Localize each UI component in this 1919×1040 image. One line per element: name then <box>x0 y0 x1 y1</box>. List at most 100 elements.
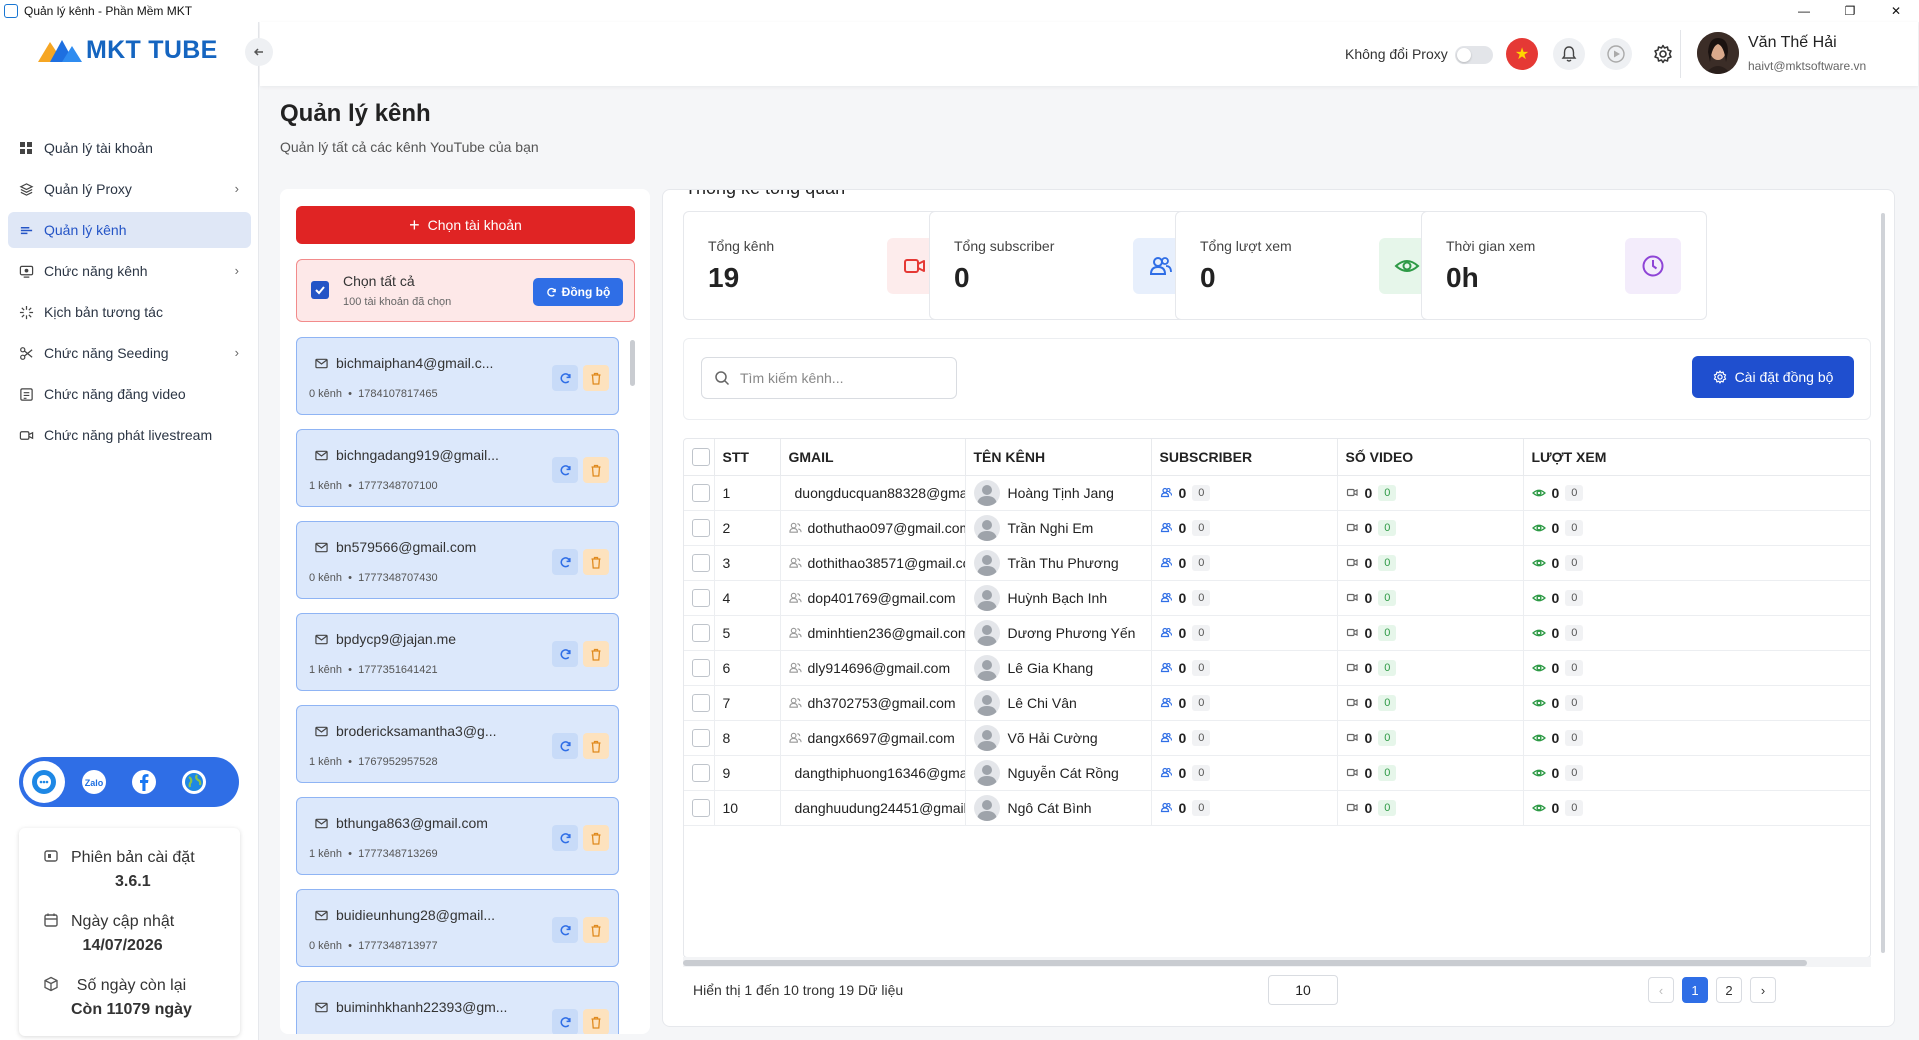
page-size-select[interactable]: 10 <box>1268 975 1338 1005</box>
row-checkbox[interactable] <box>692 763 710 782</box>
account-delete-button[interactable] <box>583 917 609 943</box>
column-header[interactable]: GMAIL <box>780 439 966 476</box>
row-checkbox[interactable] <box>692 728 710 747</box>
account-card[interactable]: brodericksamantha3@g... 1 kênh • 17679529… <box>296 705 619 783</box>
language-flag-button[interactable]: ★ <box>1506 38 1538 70</box>
account-sync-button[interactable] <box>552 825 578 851</box>
facebook-button[interactable] <box>123 761 165 803</box>
prev-page-button[interactable]: ‹ <box>1648 977 1674 1003</box>
gmail-cell: dh3702753@gmail.com <box>780 685 966 721</box>
account-card[interactable]: bichmaiphan4@gmail.c... 0 kênh • 17841078… <box>296 337 619 415</box>
table-horizontal-scrollbar[interactable] <box>683 957 1871 967</box>
header-checkbox[interactable] <box>692 447 710 466</box>
table-row[interactable]: 8 dangx6697@gmail.com Võ Hải Cường 00 00… <box>684 720 1870 756</box>
sync-button[interactable]: Đồng bộ <box>533 278 623 306</box>
column-header[interactable]: SUBSCRIBER <box>1151 439 1338 476</box>
account-delete-button[interactable] <box>583 365 609 391</box>
tutorial-button[interactable] <box>1600 38 1632 70</box>
account-card[interactable]: bn579566@gmail.com 0 kênh • 1777348707430 <box>296 521 619 599</box>
account-sync-button[interactable] <box>552 1009 578 1034</box>
sync-settings-button[interactable]: Cài đặt đồng bộ <box>1692 356 1854 398</box>
account-card[interactable]: buiminhkhanh22393@gm... <box>296 981 619 1034</box>
settings-button[interactable] <box>1647 38 1679 70</box>
sidebar-item-7[interactable]: Chức năng phát livestream <box>8 417 251 453</box>
zalo-button[interactable]: Zalo <box>73 761 115 803</box>
sidebar-item-2[interactable]: Quản lý kênh <box>8 212 251 248</box>
page-button[interactable]: 1 <box>1682 977 1708 1003</box>
account-card[interactable]: bpdycp9@jajan.me 1 kênh • 1777351641421 <box>296 613 619 691</box>
support-button[interactable] <box>23 761 65 803</box>
user-group-icon <box>788 626 802 639</box>
row-checkbox[interactable] <box>692 658 710 677</box>
table-row[interactable]: 3 dothithao38571@gmail.com Trần Thu Phươ… <box>684 545 1870 581</box>
account-sync-button[interactable] <box>552 917 578 943</box>
view-change: 0 <box>1565 484 1584 501</box>
notification-button[interactable] <box>1553 38 1585 70</box>
sidebar-item-4[interactable]: Kịch bản tương tác <box>8 294 251 330</box>
account-sync-button[interactable] <box>552 365 578 391</box>
account-list-scrollbar[interactable] <box>630 340 635 386</box>
account-card[interactable]: buidieunhung28@gmail... 0 kênh • 17773487… <box>296 889 619 967</box>
avatar[interactable] <box>1697 32 1739 74</box>
overview-panel: Thống kê tổng quan Tổng kênh 19 Tổng sub… <box>662 189 1895 1027</box>
account-card[interactable]: bichngadang919@gmail... 1 kênh • 17773487… <box>296 429 619 507</box>
table-row[interactable]: 7 dh3702753@gmail.com Lê Chi Vân 00 00 0… <box>684 685 1870 721</box>
sidebar-item-6[interactable]: Chức năng đăng video <box>8 376 251 412</box>
sidebar-item-3[interactable]: Chức năng kênh › <box>8 253 251 289</box>
page-button[interactable]: 2 <box>1716 977 1742 1003</box>
sidebar-item-5[interactable]: Chức năng Seeding › <box>8 335 251 371</box>
account-email: bichngadang919@gmail... <box>336 447 499 463</box>
account-delete-button[interactable] <box>583 641 609 667</box>
account-sync-button[interactable] <box>552 733 578 759</box>
table-row[interactable]: 1 duongducquan88328@gmail.com Hoàng Tịnh… <box>684 475 1870 511</box>
table-row[interactable]: 9 dangthiphuong16346@gmail.com Nguyễn Cá… <box>684 755 1870 791</box>
row-checkbox[interactable] <box>692 798 710 817</box>
account-delete-button[interactable] <box>583 825 609 851</box>
collapse-sidebar-button[interactable] <box>245 38 273 66</box>
table-row[interactable]: 2 dothuthao097@gmail.com Trần Nghi Em 00… <box>684 510 1870 546</box>
sidebar-item-1[interactable]: Quản lý Proxy › <box>8 171 251 207</box>
row-checkbox[interactable] <box>692 588 710 607</box>
table-row[interactable]: 5 dminhtien236@gmail.com Dương Phương Yế… <box>684 615 1870 651</box>
account-card[interactable]: bthunga863@gmail.com 1 kênh • 17773487132… <box>296 797 619 875</box>
sidebar-item-0[interactable]: Quản lý tài khoản <box>8 130 251 166</box>
column-header[interactable]: LƯỢT XEM <box>1523 439 1870 476</box>
stt-cell: 4 <box>714 580 781 616</box>
video-change: 0 <box>1378 799 1397 816</box>
search-input[interactable]: Tìm kiếm kênh... <box>701 357 957 399</box>
account-sync-button[interactable] <box>552 641 578 667</box>
select-all-box: Chọn tất cả 100 tài khoản đã chọn Đồng b… <box>296 259 635 322</box>
table-row[interactable]: 6 dly914696@gmail.com Lê Gia Khang 00 00… <box>684 650 1870 686</box>
account-delete-button[interactable] <box>583 1009 609 1034</box>
gmail-value: duongducquan88328@gmail.com <box>794 484 965 501</box>
account-delete-button[interactable] <box>583 733 609 759</box>
table-row[interactable]: 10 danghuudung24451@gmail.com Ngô Cát Bì… <box>684 790 1870 826</box>
row-checkbox[interactable] <box>692 518 710 537</box>
column-header[interactable]: TÊN KÊNH <box>965 439 1152 476</box>
select-all-checkbox[interactable] <box>311 281 329 299</box>
view-cell: 00 <box>1523 545 1870 581</box>
table-row[interactable]: 4 dop401769@gmail.com Huỳnh Bạch Inh 00 … <box>684 580 1870 616</box>
minimize-button[interactable]: — <box>1781 0 1827 22</box>
choose-account-button[interactable]: + Chọn tài khoản <box>296 206 635 244</box>
column-header[interactable]: STT <box>714 439 781 476</box>
row-checkbox[interactable] <box>692 553 710 572</box>
main-scrollbar[interactable] <box>1881 213 1885 953</box>
maximize-button[interactable]: ❐ <box>1827 0 1873 22</box>
brand-logo[interactable]: MKT TUBE <box>38 36 218 65</box>
close-button[interactable]: ✕ <box>1873 0 1919 22</box>
row-checkbox[interactable] <box>692 483 710 502</box>
account-sync-button[interactable] <box>552 457 578 483</box>
channel-name: Lê Gia Khang <box>1007 659 1094 676</box>
account-channel-count: 1 kênh <box>309 756 343 768</box>
row-checkbox[interactable] <box>692 693 710 712</box>
trash-icon <box>590 372 602 385</box>
next-page-button[interactable]: › <box>1750 977 1776 1003</box>
account-delete-button[interactable] <box>583 549 609 575</box>
row-checkbox[interactable] <box>692 623 710 642</box>
proxy-toggle[interactable] <box>1455 46 1493 64</box>
account-delete-button[interactable] <box>583 457 609 483</box>
globe-button[interactable] <box>173 761 215 803</box>
column-header[interactable]: SỐ VIDEO <box>1337 439 1524 476</box>
account-sync-button[interactable] <box>552 549 578 575</box>
